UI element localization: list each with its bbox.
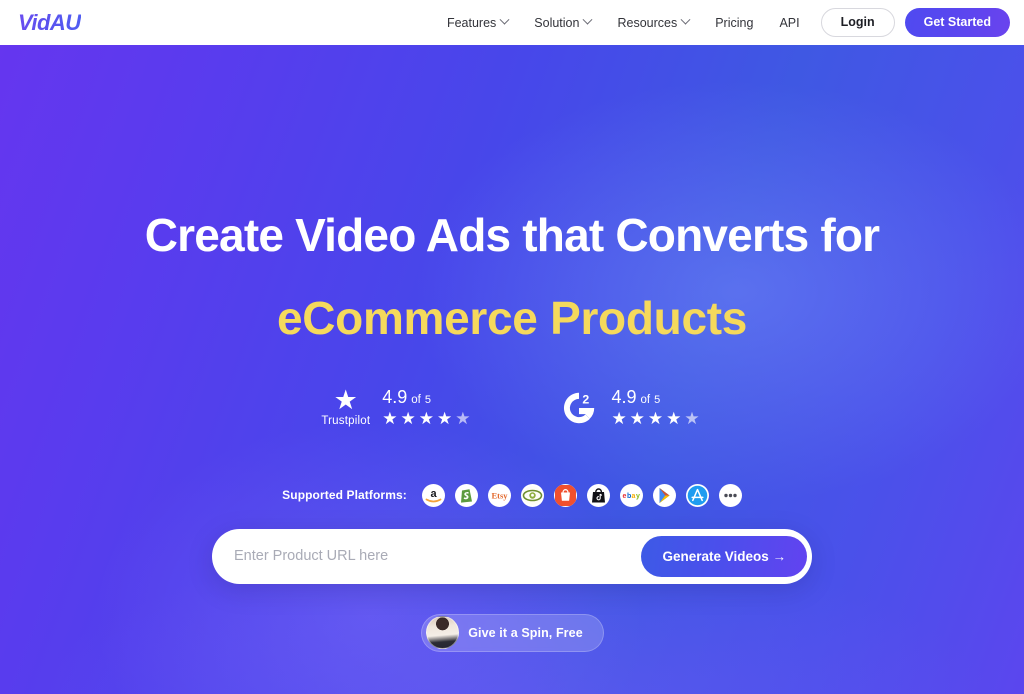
page-title: Create Video Ads that Converts for eComm… [0, 209, 1024, 346]
nav-item-resources[interactable]: Resources [604, 10, 702, 36]
avatar [425, 616, 459, 650]
headline-line-2: eCommerce Products [276, 292, 748, 345]
score-max: 5 [424, 393, 431, 406]
svg-text:2: 2 [583, 392, 590, 406]
score-value: 4.9 [611, 386, 637, 407]
svg-text:Etsy: Etsy [491, 490, 508, 500]
star-rating: ★★★★★ [611, 409, 703, 429]
star-icon: ★ [333, 385, 358, 416]
rating-trustpilot: ★ Trustpilot 4.9 of 5 ★★★★★ [321, 385, 473, 428]
nav-label: Pricing [715, 15, 754, 30]
spin-label: Give it a Spin, Free [468, 625, 583, 640]
get-started-button[interactable]: Get Started [904, 8, 1010, 37]
hero-section: Create Video Ads that Converts for eComm… [0, 45, 1024, 694]
supported-platforms: Supported Platforms: a Etsy e b a y [0, 483, 1024, 507]
trustpilot-logo: ★ Trustpilot [321, 385, 371, 428]
more-icon[interactable] [718, 483, 742, 507]
chevron-down-icon [583, 14, 593, 25]
tiktok-shop-icon[interactable] [586, 483, 610, 507]
supported-platforms-label: Supported Platforms: [282, 488, 407, 503]
product-url-input[interactable] [234, 548, 642, 565]
nav-label: Solution [534, 15, 580, 30]
svg-text:y: y [636, 493, 640, 500]
etsy-icon[interactable]: Etsy [487, 483, 511, 507]
nav-item-solution[interactable]: Solution [521, 10, 604, 36]
generate-videos-button[interactable]: Generate Videos → [641, 535, 807, 577]
ebay-icon[interactable]: e b a y [619, 483, 643, 507]
nav-label: Resources [617, 15, 678, 30]
score-value: 4.9 [382, 386, 408, 407]
g2-score-block: 4.9 of 5 ★★★★★ [611, 388, 702, 428]
product-url-searchbar: Generate Videos → [212, 528, 812, 584]
shopify-icon[interactable] [454, 483, 478, 507]
rating-g2: 2 4.9 of 5 ★★★★★ [559, 388, 702, 428]
headline-line-1: Create Video Ads that Converts for [144, 209, 880, 261]
app-store-icon[interactable] [685, 483, 709, 507]
site-header: VidAU Features Solution Resources Pricin… [0, 0, 1024, 45]
nav-item-features[interactable]: Features [434, 10, 521, 36]
shopee-icon[interactable] [553, 483, 577, 507]
score-of-label: of [640, 393, 651, 406]
score-max: 5 [654, 393, 661, 406]
chevron-down-icon [680, 14, 691, 25]
star-rating: ★★★★★ [382, 409, 474, 429]
nav-item-api[interactable]: API [766, 10, 812, 36]
logo[interactable]: VidAU [18, 10, 81, 36]
svg-text:a: a [631, 493, 635, 500]
svg-text:e: e [622, 493, 626, 500]
svg-text:a: a [430, 488, 437, 500]
g2-logo-icon: 2 [559, 388, 599, 428]
chevron-down-icon [499, 14, 510, 25]
nav-item-pricing[interactable]: Pricing [702, 10, 766, 36]
main-navigation: Features Solution Resources Pricing API … [434, 8, 1010, 37]
login-button[interactable]: Login [820, 8, 895, 37]
trustpilot-label: Trustpilot [321, 415, 371, 428]
score-of-label: of [411, 393, 421, 406]
give-it-a-spin-button[interactable]: Give it a Spin, Free [420, 613, 604, 652]
nav-label: Features [446, 15, 497, 30]
ratings-row: ★ Trustpilot 4.9 of 5 ★★★★★ 2 4.9 of 5 ★… [0, 385, 1024, 428]
aliexpress-icon[interactable] [520, 483, 544, 507]
google-play-icon[interactable] [652, 483, 676, 507]
nav-label: API [779, 15, 800, 30]
amazon-icon[interactable]: a [421, 483, 445, 507]
trustpilot-score-block: 4.9 of 5 ★★★★★ [382, 388, 473, 428]
